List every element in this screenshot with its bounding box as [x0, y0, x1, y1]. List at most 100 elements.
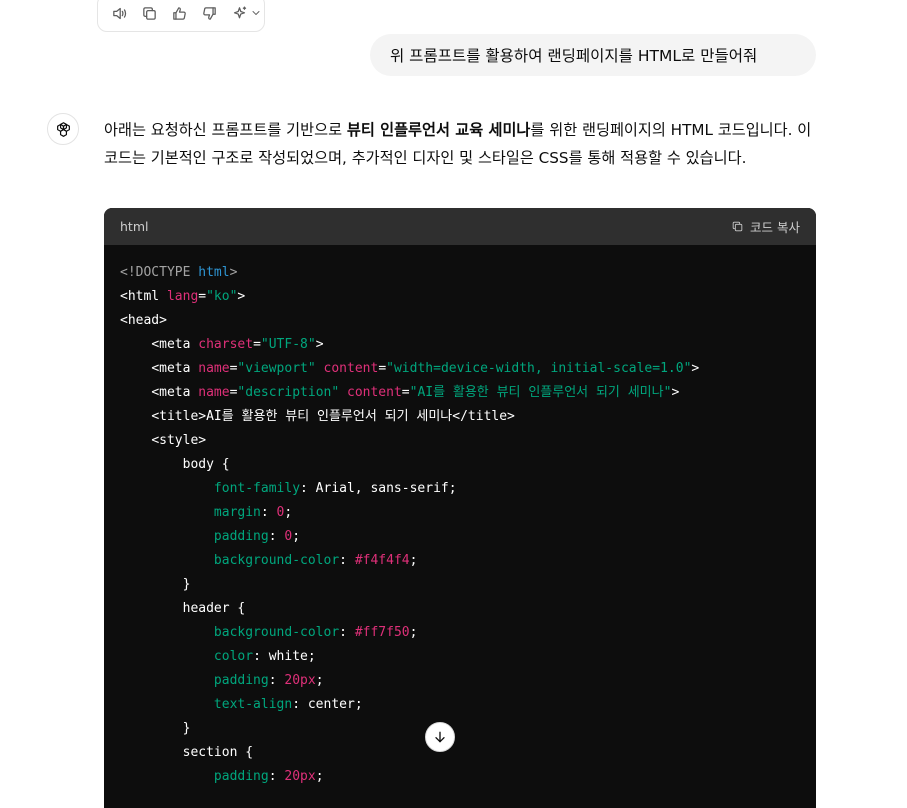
code-token: <!DOCTYPE — [120, 265, 199, 280]
code-token: "UTF-8" — [260, 337, 316, 352]
code-token: body { — [120, 457, 230, 472]
code-token: = — [253, 337, 261, 352]
code-line: padding: 20px; — [120, 669, 800, 693]
code-line: background-color: #ff7f50; — [120, 621, 800, 645]
code-token: > — [671, 385, 680, 400]
code-token: 20px — [284, 673, 316, 688]
code-token: : — [339, 553, 355, 568]
openai-logo-icon — [56, 121, 70, 137]
code-token: > — [229, 265, 238, 280]
code-token: = — [401, 385, 410, 400]
code-token: background-color — [213, 553, 340, 568]
code-line: margin: 0; — [120, 501, 800, 525]
code-line: color: white; — [120, 645, 800, 669]
code-token: section { — [120, 745, 254, 760]
code-token: color — [213, 649, 254, 664]
code-token: name — [198, 385, 230, 400]
code-token: <html — [120, 289, 167, 304]
code-line: body { — [120, 453, 800, 477]
code-token: > — [315, 337, 324, 352]
code-token: ; — [284, 505, 293, 520]
code-line: } — [120, 573, 800, 597]
user-message-text: 위 프롬프트를 활용하여 랜딩페이지를 HTML로 만들어줘 — [390, 47, 758, 65]
code-token: <head> — [120, 313, 167, 328]
code-token: ; — [315, 769, 324, 784]
copy-icon — [732, 221, 743, 232]
code-content: <!DOCTYPE html> <html lang="ko"> <head> <m… — [104, 245, 816, 805]
code-token: background-color — [213, 625, 340, 640]
code-line: font-family: Arial, sans-serif; — [120, 477, 800, 501]
copy-code-button[interactable]: 코드 복사 — [731, 217, 800, 236]
sparkle-icon[interactable] — [228, 2, 250, 24]
code-line: <head> — [120, 309, 800, 333]
code-line: background-color: #f4f4f4; — [120, 549, 800, 573]
scroll-to-bottom-button[interactable] — [425, 722, 455, 752]
code-token: ; — [292, 529, 301, 544]
message-action-bar — [97, 0, 265, 32]
code-token: : white; — [253, 649, 316, 664]
code-token: #f4f4f4 — [354, 553, 410, 568]
code-token: : — [260, 505, 277, 520]
code-token: : — [268, 673, 285, 688]
code-line: section { — [120, 741, 800, 765]
code-line: <html lang="ko"> — [120, 285, 800, 309]
code-token: > — [691, 361, 700, 376]
code-token: : center; — [292, 697, 363, 712]
code-token: "ko" — [206, 289, 238, 304]
copy-icon[interactable] — [138, 2, 160, 24]
chevron-down-icon[interactable] — [250, 2, 262, 24]
code-token: charset — [198, 337, 254, 352]
code-token: ; — [409, 553, 418, 568]
code-token: html — [198, 265, 230, 280]
code-token: AI를 활용한 뷰티 인플루언서 되기 세미나 — [206, 409, 453, 424]
code-token: header { — [120, 601, 246, 616]
code-token: ; — [315, 673, 324, 688]
copy-code-label: 코드 복사 — [750, 220, 800, 235]
code-line: <!DOCTYPE html> — [120, 261, 800, 285]
code-token: } — [120, 721, 191, 736]
code-line: text-align: center; — [120, 693, 800, 717]
code-token: padding — [213, 769, 269, 784]
code-token: 20px — [284, 769, 316, 784]
thumbs-up-icon[interactable] — [168, 2, 190, 24]
code-line: } — [120, 717, 800, 741]
code-token: content — [347, 385, 402, 400]
code-line: <meta charset="UTF-8"> — [120, 333, 800, 357]
code-language-label: html — [120, 219, 149, 234]
code-token: name — [198, 361, 230, 376]
user-message-bubble: 위 프롬프트를 활용하여 랜딩페이지를 HTML로 만들어줘 — [370, 34, 816, 76]
code-token: } — [120, 577, 191, 592]
code-token: margin — [213, 505, 261, 520]
code-token: <meta — [151, 361, 199, 376]
code-token: > — [237, 289, 246, 304]
assistant-avatar — [47, 113, 79, 145]
code-token: : Arial, sans-serif; — [300, 481, 457, 496]
code-line: <title>AI를 활용한 뷰티 인플루언서 되기 세미나</title> — [120, 405, 800, 429]
thumbs-down-icon[interactable] — [198, 2, 220, 24]
code-line: <meta name="viewport" content="width=dev… — [120, 357, 800, 381]
code-token: = — [198, 289, 207, 304]
speaker-icon[interactable] — [108, 2, 130, 24]
answer-bold-topic: 뷰티 인플루언서 교육 세미나 — [346, 121, 531, 139]
code-token: : — [339, 625, 355, 640]
code-token: content — [323, 361, 379, 376]
code-line: <style> — [120, 429, 800, 453]
code-line: <meta name="description" content="AI를 활용… — [120, 381, 800, 405]
code-token: "AI를 활용한 뷰티 인플루언서 되기 세미나" — [409, 385, 672, 400]
code-token: #ff7f50 — [354, 625, 410, 640]
code-token: <meta — [151, 385, 199, 400]
code-line: padding: 0; — [120, 525, 800, 549]
code-token: : — [268, 769, 285, 784]
code-token: text-align — [213, 697, 293, 712]
